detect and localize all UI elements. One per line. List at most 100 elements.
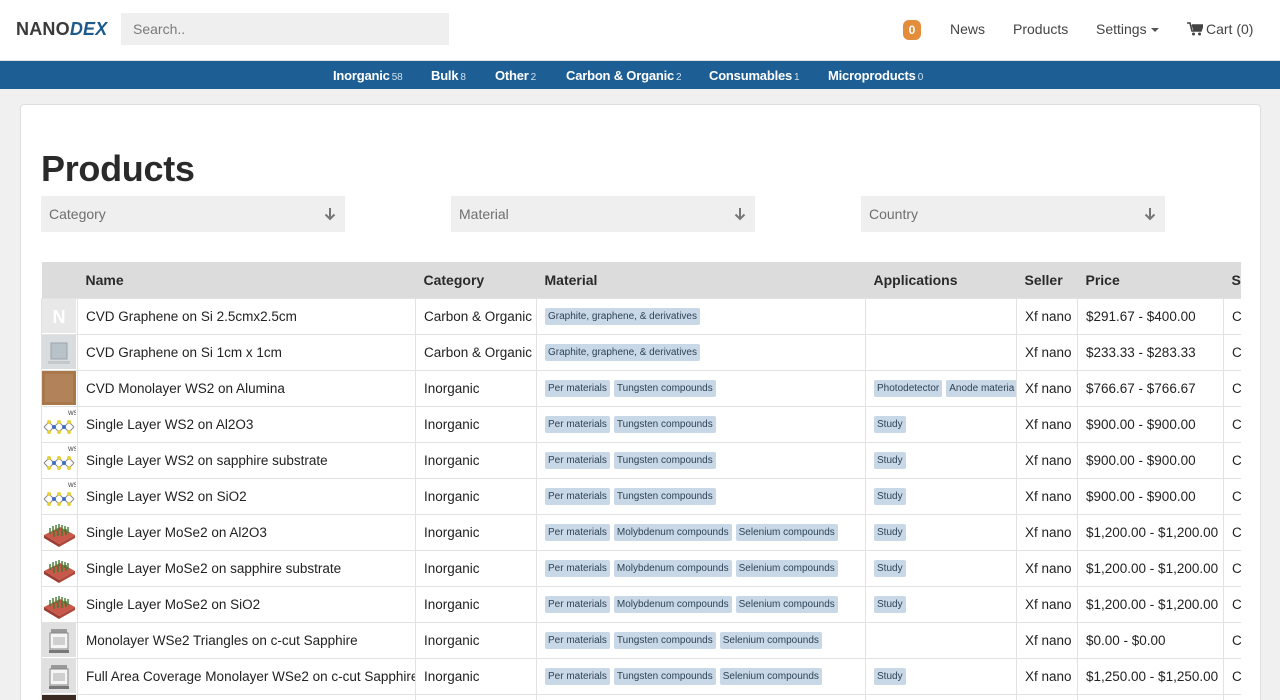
notification-badge[interactable]: 0	[903, 20, 921, 40]
col-header-name[interactable]: Name	[77, 262, 416, 298]
table-row[interactable]: Monolayer WSe2 Triangles on c-cut Sapphi…	[41, 621, 1241, 659]
material-tag[interactable]: Selenium compounds	[719, 667, 822, 685]
material-tag[interactable]: Molybdenum compounds	[613, 595, 732, 613]
material-tag[interactable]: Per materials	[545, 559, 610, 577]
category-label: Carbon & Organic	[566, 68, 675, 83]
application-tag[interactable]: Anode materia	[946, 379, 1016, 397]
product-thumbnail[interactable]: N	[41, 297, 78, 335]
product-thumbnail[interactable]	[41, 621, 78, 659]
product-name[interactable]: Single Layer MoSe2 on Al2O3	[77, 513, 416, 551]
product-name[interactable]: Single Layer MoSe2 on SiO2	[77, 585, 416, 623]
category-bulk[interactable]: Bulk 8	[431, 68, 466, 83]
col-header-price[interactable]: Price	[1077, 262, 1224, 298]
product-name[interactable]: Monolayer WSe2 Triangles on c-cut Sapphi…	[77, 621, 416, 659]
table-row[interactable]: Single Layer MoSe2 on Al2O3 Inorganic Per …	[41, 513, 1241, 551]
application-tag[interactable]: Study	[874, 595, 906, 613]
product-thumbnail[interactable]	[41, 693, 78, 700]
category-filter[interactable]: Category	[41, 196, 345, 232]
material-tag[interactable]: Per materials	[545, 451, 610, 469]
material-tag[interactable]: Tungsten compounds	[613, 415, 716, 433]
nav-cart-link[interactable]: Cart (0)	[1187, 21, 1253, 37]
table-row[interactable]: Single Layer MoSe2 on sapphire substrate…	[41, 549, 1241, 587]
material-tag[interactable]: Per materials	[545, 523, 610, 541]
material-tag[interactable]: Per materials	[545, 379, 610, 397]
material-tag[interactable]: Selenium compounds	[735, 595, 838, 613]
col-header-applications[interactable]: Applications	[865, 262, 1017, 298]
col-header-material[interactable]: Material	[536, 262, 866, 298]
material-tag[interactable]: Tungsten compounds	[613, 667, 716, 685]
settings-label: Settings	[1096, 21, 1147, 37]
category-microproducts[interactable]: Microproducts 0	[828, 68, 923, 83]
table-row[interactable]: CVD Graphene on Si 1cm x 1cm Carbon & Org…	[41, 333, 1241, 371]
material-tag[interactable]: Graphite, graphene, & derivatives	[545, 343, 700, 361]
material-tag[interactable]: Tungsten compounds	[613, 487, 716, 505]
product-thumbnail[interactable]	[41, 585, 78, 623]
country-filter[interactable]: Country	[861, 196, 1165, 232]
product-name[interactable]: Full Area Coverage Monolayer WSe2 on c-c…	[77, 657, 416, 695]
product-thumbnail[interactable]: WS	[41, 405, 78, 443]
material-tag[interactable]: Per materials	[545, 631, 610, 649]
material-tag[interactable]: Molybdenum compounds	[613, 523, 732, 541]
table-row[interactable]: WSSingle Layer WS2 on Al2O3InorganicPer …	[41, 405, 1241, 443]
product-name[interactable]: Single Layer WS2 on SiO2	[77, 477, 416, 515]
col-header-shipping[interactable]: Sh	[1223, 262, 1241, 298]
table-row[interactable]: N CVD Graphene on Si 2.5cmx2.5cm Carbon & …	[41, 297, 1241, 335]
material-tag[interactable]: Per materials	[545, 415, 610, 433]
application-tag[interactable]: Study	[874, 451, 906, 469]
product-thumbnail[interactable]: WS	[41, 441, 78, 479]
product-name[interactable]: CVD Monolayer WS2 on Alumina	[77, 369, 416, 407]
product-thumbnail[interactable]	[41, 333, 78, 371]
category-inorganic[interactable]: Inorganic 58	[333, 68, 403, 83]
product-shipping: C	[1223, 405, 1241, 443]
product-thumbnail[interactable]: WS	[41, 477, 78, 515]
product-name[interactable]	[77, 693, 416, 700]
product-name[interactable]: Single Layer MoSe2 on sapphire substrate	[77, 549, 416, 587]
material-filter[interactable]: Material	[451, 196, 755, 232]
material-tag[interactable]: Tungsten compounds	[613, 631, 716, 649]
application-tag[interactable]: Study	[874, 487, 906, 505]
category-other[interactable]: Other 2	[495, 68, 536, 83]
product-name[interactable]: CVD Graphene on Si 2.5cmx2.5cm	[77, 297, 416, 335]
nav-products-link[interactable]: Products	[1013, 21, 1068, 37]
application-tag[interactable]: Study	[874, 667, 906, 685]
product-name[interactable]: CVD Graphene on Si 1cm x 1cm	[77, 333, 416, 371]
material-tag[interactable]: Tungsten compounds	[613, 379, 716, 397]
category-carbon-organic[interactable]: Carbon & Organic 2	[566, 68, 682, 83]
application-tag[interactable]: Study	[874, 415, 906, 433]
products-table-wrapper[interactable]: Name Category Material Applications Sell…	[41, 262, 1241, 700]
material-tag[interactable]: Per materials	[545, 487, 610, 505]
nav-news-link[interactable]: News	[950, 21, 985, 37]
material-tag[interactable]: Selenium compounds	[735, 559, 838, 577]
search-input[interactable]	[121, 13, 449, 45]
table-row[interactable]	[41, 693, 1241, 700]
col-header-seller[interactable]: Seller	[1016, 262, 1078, 298]
product-category: Carbon & Organic	[415, 333, 537, 371]
product-thumbnail[interactable]	[41, 513, 78, 551]
material-tag[interactable]: Molybdenum compounds	[613, 559, 732, 577]
table-row[interactable]: Full Area Coverage Monolayer WSe2 on c-c…	[41, 657, 1241, 695]
material-tag[interactable]: Selenium compounds	[719, 631, 822, 649]
material-tag[interactable]: Per materials	[545, 667, 610, 685]
nav-settings-dropdown[interactable]: Settings	[1096, 21, 1159, 37]
material-tag[interactable]: Per materials	[545, 595, 610, 613]
material-tag[interactable]: Graphite, graphene, & derivatives	[545, 307, 700, 325]
table-row[interactable]: WSSingle Layer WS2 on SiO2InorganicPer m…	[41, 477, 1241, 515]
product-materials: Per materials Tungsten compounds	[536, 369, 866, 407]
table-row[interactable]: Single Layer MoSe2 on SiO2 Inorganic Per m…	[41, 585, 1241, 623]
table-row[interactable]: CVD Monolayer WS2 on Alumina Inorganic Per…	[41, 369, 1241, 407]
material-tag[interactable]: Selenium compounds	[735, 523, 838, 541]
application-tag[interactable]: Study	[874, 559, 906, 577]
table-row[interactable]: WSSingle Layer WS2 on sapphire substrate…	[41, 441, 1241, 479]
product-name[interactable]: Single Layer WS2 on sapphire substrate	[77, 441, 416, 479]
material-tag[interactable]: Tungsten compounds	[613, 451, 716, 469]
site-logo[interactable]: NANODEX	[16, 19, 107, 40]
application-tag[interactable]: Study	[874, 523, 906, 541]
product-name[interactable]: Single Layer WS2 on Al2O3	[77, 405, 416, 443]
product-thumbnail[interactable]	[41, 549, 78, 587]
category-consumables[interactable]: Consumables 1	[709, 68, 800, 83]
application-tag[interactable]: Photodetector	[874, 379, 943, 397]
product-thumbnail[interactable]	[41, 369, 78, 407]
product-thumbnail[interactable]	[41, 657, 78, 695]
product-shipping: C	[1223, 477, 1241, 515]
col-header-category[interactable]: Category	[415, 262, 537, 298]
